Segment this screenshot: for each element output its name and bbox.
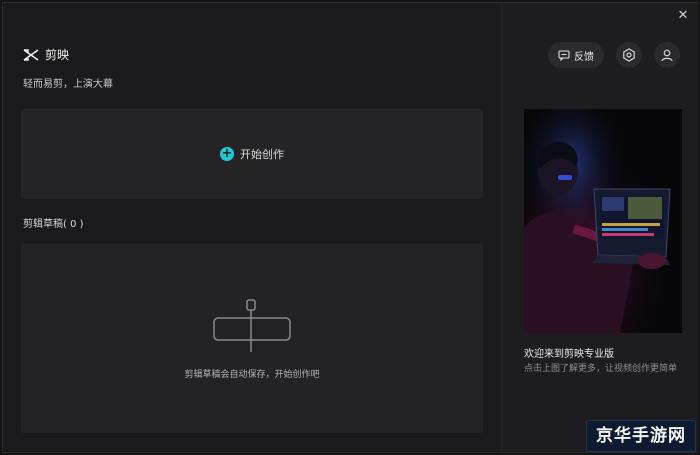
settings-icon [623, 48, 635, 62]
promo-banner[interactable] [524, 109, 682, 333]
tagline: 轻而易剪，上演大幕 [23, 79, 113, 90]
drafts-list: 剪辑草稿会自动保存，开始创作吧 [21, 243, 483, 433]
feedback-label: 反馈 [574, 51, 594, 63]
app-name: 剪映 [45, 48, 70, 62]
empty-drafts-hint: 剪辑草稿会自动保存，开始创作吧 [184, 370, 320, 380]
plus-icon: + [220, 146, 234, 161]
feedback-button[interactable]: 反馈 [548, 42, 604, 68]
side-panel: ✕ 反馈 欢迎来到剪映专业版 点击上图了解更多，让视频创作更简单 [501, 3, 698, 452]
settings-button[interactable] [616, 42, 642, 68]
user-icon [661, 49, 673, 62]
close-button[interactable]: ✕ [676, 9, 690, 23]
app-window: 剪映 轻而易剪，上演大幕 + 开始创作 剪辑草稿( 0 ) 剪辑草稿会自动保存，… [2, 2, 698, 453]
main-panel: 剪映 轻而易剪，上演大幕 + 开始创作 剪辑草稿( 0 ) 剪辑草稿会自动保存，… [3, 3, 501, 452]
site-watermark: 京华手游网 [586, 420, 696, 452]
empty-drafts-icon [213, 299, 291, 352]
promo-title: 欢迎来到剪映专业版 [524, 349, 614, 360]
account-button[interactable] [654, 42, 680, 68]
capcut-logo-icon [23, 48, 39, 61]
feedback-icon [558, 49, 570, 61]
promo-image [524, 109, 682, 333]
app-logo: 剪映 [23, 46, 69, 63]
promo-description: 点击上图了解更多，让视频创作更简单 [524, 364, 678, 374]
start-creation-label: 开始创作 [240, 148, 284, 161]
drafts-heading: 剪辑草稿( 0 ) [23, 219, 84, 230]
start-creation-button[interactable]: + 开始创作 [21, 109, 483, 199]
